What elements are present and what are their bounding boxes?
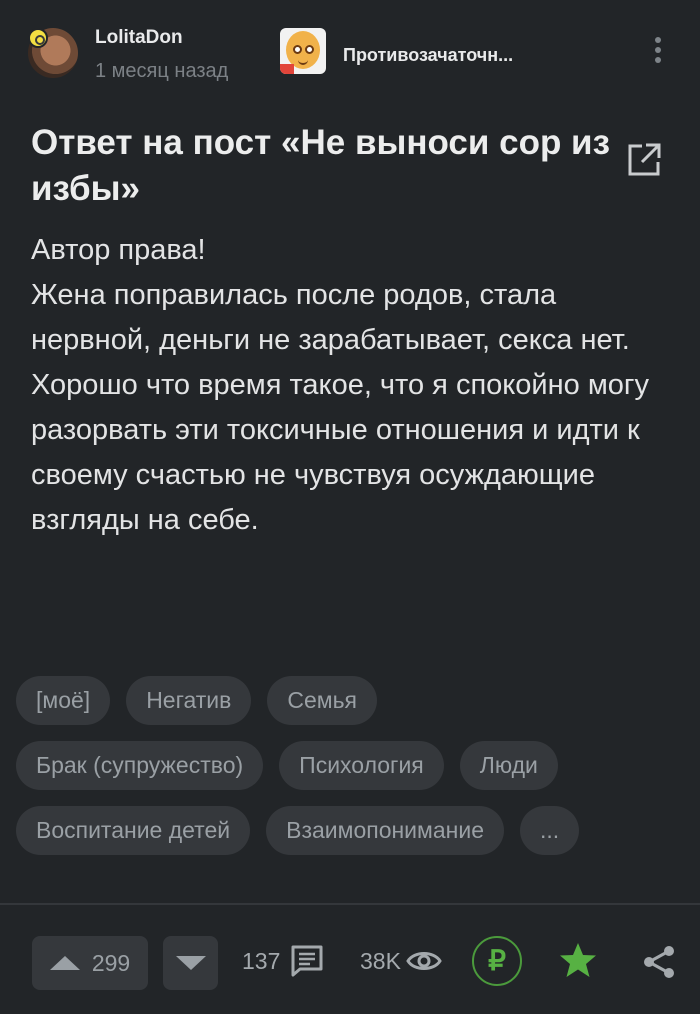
tags-more-button[interactable]: ... xyxy=(519,806,580,855)
tag-lyudi[interactable]: Люди xyxy=(459,741,558,790)
tag-negativ[interactable]: Негатив xyxy=(126,676,252,725)
arrow-down-icon xyxy=(175,956,206,970)
author-badge-icon xyxy=(28,28,48,48)
post-time: 1 месяц назад xyxy=(95,60,229,82)
author-name[interactable]: LolitaDon xyxy=(95,27,183,49)
divider xyxy=(0,903,700,905)
views-count: 38K xyxy=(360,948,401,974)
tag-vospitanie[interactable]: Воспитание детей xyxy=(16,806,251,855)
ruble-icon: ₽ xyxy=(488,945,506,976)
tag-brak[interactable]: Брак (супружество) xyxy=(16,741,264,790)
eye-icon xyxy=(406,952,442,970)
downvote-button[interactable] xyxy=(163,936,218,990)
post-title[interactable]: Ответ на пост «Не выноси сор из избы» xyxy=(31,120,611,212)
share-icon[interactable] xyxy=(640,943,678,981)
upvote-button[interactable]: 299 xyxy=(32,936,148,990)
more-vertical-icon[interactable] xyxy=(651,37,665,71)
post-header: LolitaDon 1 месяц назад Противозачаточн.… xyxy=(0,0,700,105)
community-name[interactable]: Противозачаточн... xyxy=(343,45,513,66)
tag-psihologiya[interactable]: Психология xyxy=(279,741,444,790)
comment-icon[interactable] xyxy=(290,944,324,978)
donate-button[interactable]: ₽ xyxy=(472,936,522,986)
rating-count: 299 xyxy=(91,949,131,976)
post-footer: 299 137 38K ₽ xyxy=(0,930,700,1000)
open-external-icon[interactable] xyxy=(626,142,662,178)
tag-moe[interactable]: [моё] xyxy=(16,676,111,725)
arrow-up-icon xyxy=(49,956,80,970)
tag-vzaimoponimanie[interactable]: Взаимопонимание xyxy=(266,806,504,855)
tag-semya[interactable]: Семья xyxy=(267,676,378,725)
post-body: Автор права! Жена поправилась после родо… xyxy=(31,234,649,536)
tag-list: [моё] Негатив Семья Брак (супружество) П… xyxy=(16,676,686,871)
community-avatar[interactable] xyxy=(280,28,326,74)
comments-count[interactable]: 137 xyxy=(242,948,280,975)
star-icon[interactable] xyxy=(558,940,598,980)
